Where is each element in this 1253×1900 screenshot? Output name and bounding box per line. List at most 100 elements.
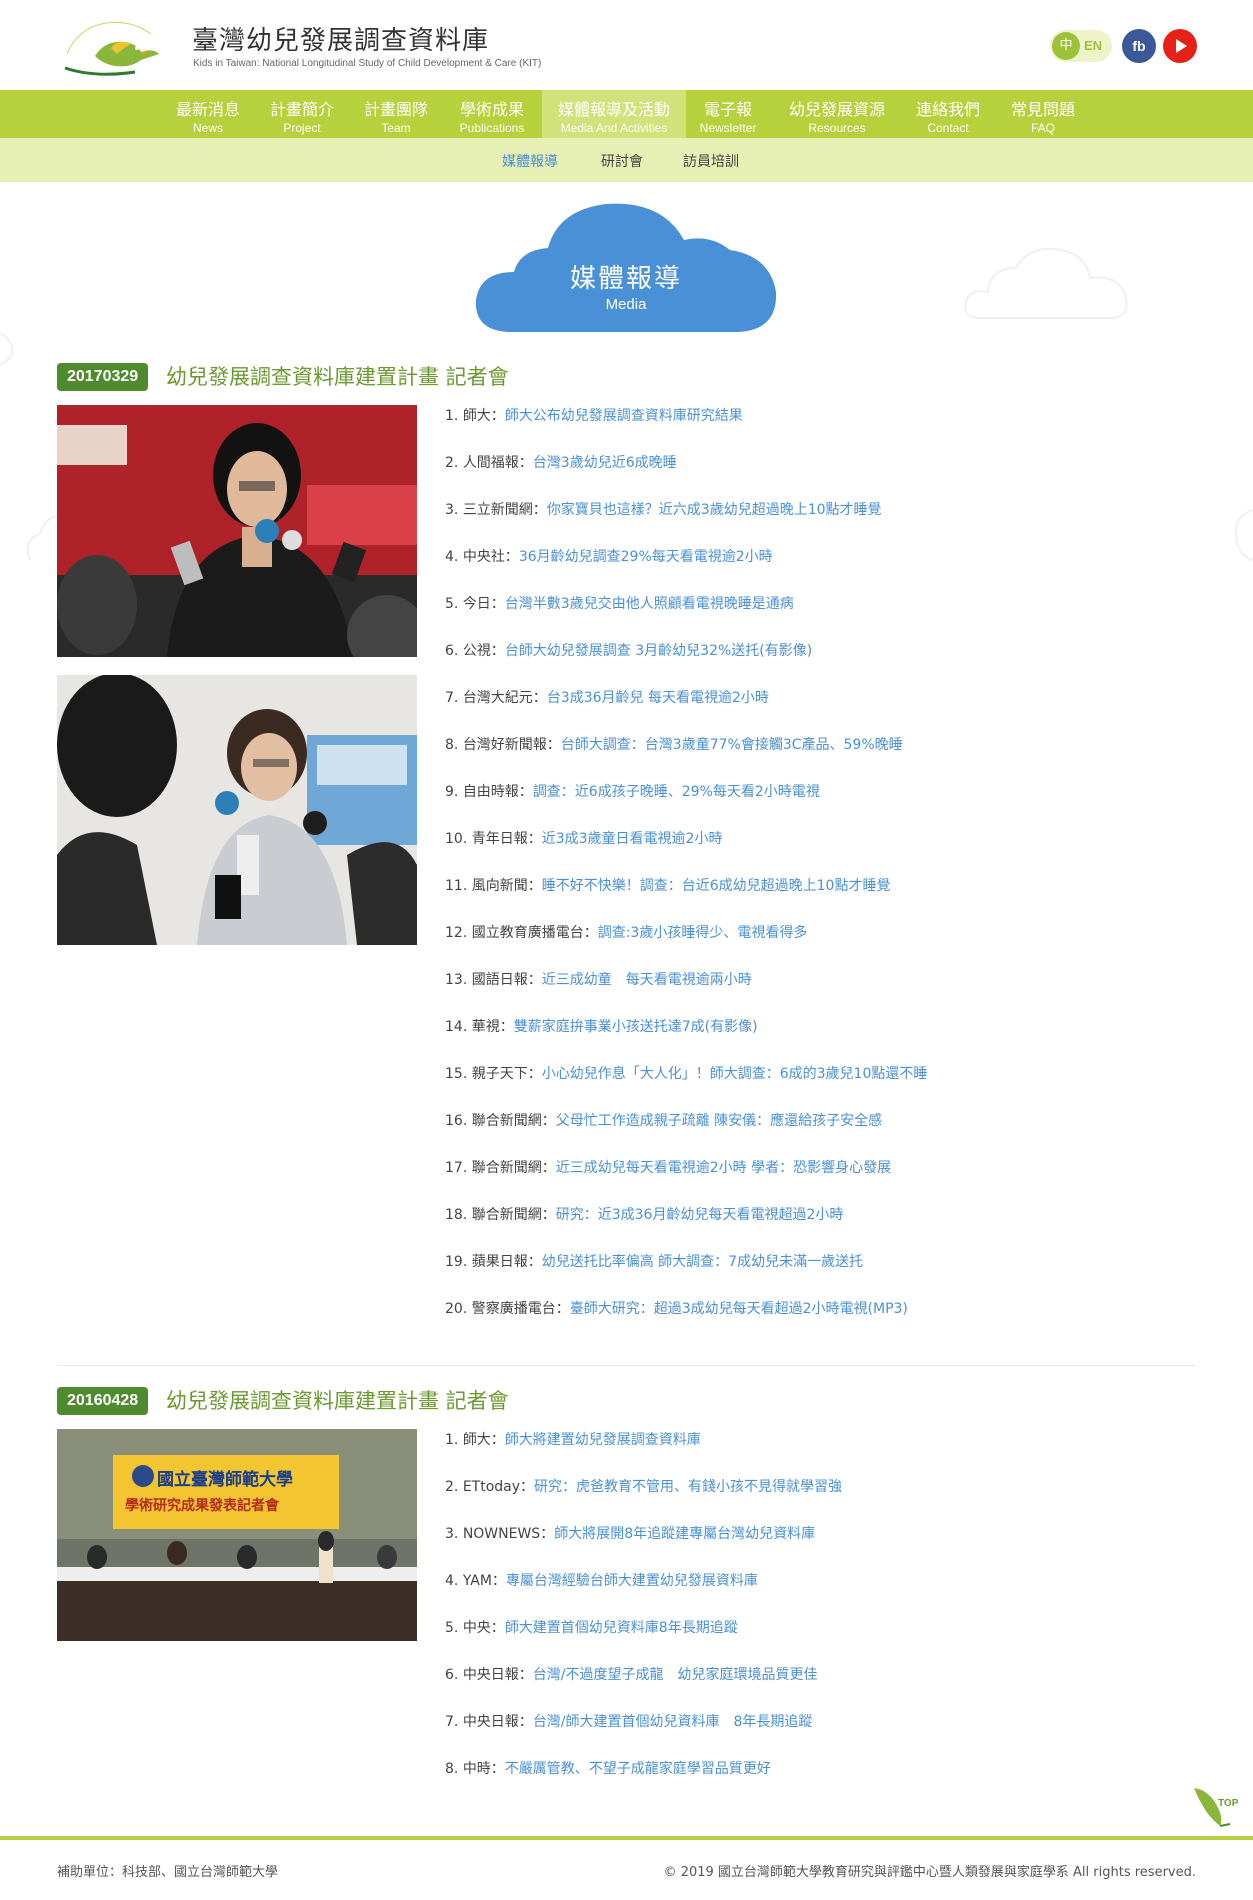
subnav-item-seminar[interactable]: 研討會: [601, 151, 643, 171]
list-item: 15. 親子天下：小心幼兒作息「大人化」！師大調查：6成的3歲兒10點還不睡: [445, 1064, 927, 1111]
list-item: 1. 師大：師大公布幼兒發展調查資料庫研究結果: [445, 406, 927, 453]
nav-label-zh: 常見問題: [1010, 100, 1075, 119]
news-link[interactable]: 調查:3歲小孩睡得少、電視看得多: [598, 925, 808, 941]
list-item: 2. ETtoday：研究：虎爸教育不管用、有錢小孩不見得就學習強: [445, 1477, 842, 1524]
news-link[interactable]: 調查：近6成孩子晚睡、29%每天看2小時電視: [533, 784, 820, 800]
item-source: 中央日報：: [462, 1667, 533, 1683]
item-number: 3.: [445, 502, 459, 518]
item-number: 8.: [445, 737, 459, 753]
list-item: 6. 公視：台師大幼兒發展調查 3月齡幼兒32%送托(有影像): [445, 641, 927, 688]
nav-item-media[interactable]: 媒體報導及活動 Media And Activities: [542, 90, 686, 138]
news-link[interactable]: 小心幼兒作息「大人化」！師大調查：6成的3歲兒10點還不睡: [542, 1066, 928, 1082]
youtube-icon[interactable]: [1163, 29, 1197, 63]
item-source: 今日：: [462, 596, 505, 612]
item-source: 人間福報：: [462, 455, 533, 471]
nav-item-publications[interactable]: 學術成果 Publications: [448, 90, 536, 138]
site-subtitle: Kids in Taiwan: National Longitudinal St…: [193, 58, 542, 69]
item-number: 2.: [445, 455, 459, 471]
news-link[interactable]: 你家寶貝也這樣？近六成3歲幼兒超過晚上10點才睡覺: [547, 502, 882, 518]
list-item: 16. 聯合新聞網：父母忙工作造成親子疏離 陳安儀：應還給孩子安全感: [445, 1111, 927, 1158]
news-link[interactable]: 研究：虎爸教育不管用、有錢小孩不見得就學習強: [534, 1479, 842, 1495]
news-link[interactable]: 台師大調查：台灣3歲童77%會接觸3C產品、59%晚睡: [561, 737, 903, 753]
main-nav: 最新消息 News 計畫簡介 Project 計畫團隊 Team 學術成果 Pu…: [0, 90, 1253, 138]
nav-item-newsletter[interactable]: 電子報 Newsletter: [692, 90, 764, 138]
lang-zh-button[interactable]: 中: [1052, 32, 1080, 60]
nav-item-team[interactable]: 計畫團隊 Team: [354, 90, 438, 138]
nav-label-en: News: [192, 121, 223, 135]
news-link[interactable]: 台灣/不過度望子成龍 幼兒家庭環境品質更佳: [533, 1667, 818, 1683]
news-link[interactable]: 近3成3歲童日看電視逾2小時: [542, 831, 723, 847]
section-title[interactable]: 幼兒發展調查資料庫建置計畫 記者會: [166, 1387, 509, 1415]
media-section-2016: 20160428 幼兒發展調查資料庫建置計畫 記者會 國立臺灣師範大學 學術研究…: [57, 1387, 1195, 1807]
list-item: 18. 聯合新聞網：研究：近3成36月齡幼兒每天看電視超過2小時: [445, 1205, 927, 1252]
date-badge: 20160428: [57, 1387, 149, 1415]
news-list: 1. 師大：師大公布幼兒發展調查資料庫研究結果 2. 人間福報：台灣3歲幼兒近6…: [445, 406, 927, 1346]
news-link[interactable]: 近三成幼兒每天看電視逾2小時 學者：恐影響身心發展: [556, 1160, 891, 1176]
subnav-item-media[interactable]: 媒體報導: [502, 151, 558, 171]
nav-label-zh: 媒體報導及活動: [557, 100, 670, 119]
item-source: 風向新聞：: [471, 878, 542, 894]
item-number: 5.: [445, 596, 459, 612]
item-source: 警察廣播電台：: [471, 1301, 570, 1317]
facebook-icon[interactable]: fb: [1122, 29, 1156, 63]
nav-label-en: Resources: [808, 121, 866, 135]
news-link[interactable]: 台3成36月齡兒 每天看電視逾2小時: [547, 690, 769, 706]
nav-item-contact[interactable]: 連絡我們 Contact: [906, 90, 990, 138]
news-link[interactable]: 雙薪家庭拚事業小孩送托達7成(有影像): [514, 1019, 758, 1035]
item-number: 14.: [445, 1019, 468, 1035]
news-link[interactable]: 研究：近3成36月齡幼兒每天看電視超過2小時: [556, 1207, 844, 1223]
subnav-item-training[interactable]: 訪員培訓: [683, 151, 739, 171]
news-link[interactable]: 台灣半數3歲兒交由他人照顧看電視晚睡是通病: [505, 596, 794, 612]
news-link[interactable]: 師大將建置幼兒發展調查資料庫: [505, 1432, 701, 1448]
news-link[interactable]: 父母忙工作造成親子疏離 陳安儀：應還給孩子安全感: [556, 1113, 882, 1129]
item-source: 國立教育廣播電台：: [471, 925, 598, 941]
news-link[interactable]: 不嚴厲管教、不望子成龍家庭學習品質更好: [505, 1761, 771, 1777]
item-number: 4.: [445, 1573, 459, 1589]
item-source: 蘋果日報：: [471, 1254, 542, 1270]
news-link[interactable]: 睡不好不快樂！調查：台近6成幼兒超過晚上10點才睡覺: [542, 878, 891, 894]
list-item: 4. 中央社：36月齡幼兒調查29%每天看電視逾2小時: [445, 547, 927, 594]
nav-label-en: Team: [381, 121, 411, 135]
nav-item-resources[interactable]: 幼兒發展資源 Resources: [776, 90, 898, 138]
list-item: 4. YAM：專屬台灣經驗台師大建置幼兒發展資料庫: [445, 1571, 842, 1618]
news-link[interactable]: 台師大幼兒發展調查 3月齡幼兒32%送托(有影像): [505, 643, 812, 659]
language-switch: 中 EN: [1050, 30, 1112, 62]
news-link[interactable]: 師大建置首個幼兒資料庫8年長期追蹤: [505, 1620, 738, 1636]
lang-en-button[interactable]: EN: [1084, 32, 1110, 60]
news-link[interactable]: 台灣/師大建置首個幼兒資料庫 8年長期追蹤: [533, 1714, 813, 1730]
nav-label-zh: 幼兒發展資源: [788, 100, 885, 119]
nav-label-zh: 學術成果: [459, 100, 524, 119]
nav-label-zh: 電子報: [703, 100, 752, 119]
list-item: 8. 台灣好新聞報：台師大調查：台灣3歲童77%會接觸3C產品、59%晚睡: [445, 735, 927, 782]
nav-label-en: Media And Activities: [560, 121, 668, 135]
nav-label-en: Newsletter: [699, 121, 757, 135]
list-item: 14. 華視：雙薪家庭拚事業小孩送托達7成(有影像): [445, 1017, 927, 1064]
nav-item-project[interactable]: 計畫簡介 Project: [260, 90, 344, 138]
item-number: 7.: [445, 1714, 459, 1730]
news-link[interactable]: 臺師大研究：超過3成幼兒每天看超過2小時電視(MP3): [570, 1301, 908, 1317]
nav-item-news[interactable]: 最新消息 News: [166, 90, 250, 138]
list-item: 11. 風向新聞：睡不好不快樂！調查：台近6成幼兒超過晚上10點才睡覺: [445, 876, 927, 923]
news-link[interactable]: 幼兒送托比率偏高 師大調查：7成幼兒未滿一歲送托: [542, 1254, 863, 1270]
news-link[interactable]: 近三成幼童 每天看電視逾兩小時: [542, 972, 752, 988]
list-item: 10. 青年日報：近3成3歲童日看電視逾2小時: [445, 829, 927, 876]
list-item: 3. 三立新聞網：你家寶貝也這樣？近六成3歲幼兒超過晚上10點才睡覺: [445, 500, 927, 547]
site-logo[interactable]: [55, 8, 190, 82]
section-title[interactable]: 幼兒發展調查資料庫建置計畫 記者會: [166, 363, 509, 391]
item-number: 6.: [445, 643, 459, 659]
news-link[interactable]: 師大公布幼兒發展調查資料庫研究結果: [505, 408, 743, 424]
nav-label-zh: 最新消息: [175, 100, 240, 119]
news-link[interactable]: 專屬台灣經驗台師大建置幼兒發展資料庫: [506, 1573, 758, 1589]
press-conference-photo: [57, 405, 417, 657]
nav-item-faq[interactable]: 常見問題 FAQ: [998, 90, 1088, 138]
item-source: 青年日報：: [471, 831, 542, 847]
news-link[interactable]: 36月齡幼兒調查29%每天看電視逾2小時: [519, 549, 773, 565]
nav-label-en: Contact: [927, 121, 969, 135]
decorative-cloud-icon: [0, 332, 14, 366]
item-number: 1.: [445, 1432, 459, 1448]
press-photo-1: [57, 405, 417, 657]
back-to-top-button[interactable]: TOP: [1190, 1778, 1240, 1828]
news-link[interactable]: 台灣3歲幼兒近6成晚睡: [533, 455, 677, 471]
news-link[interactable]: 師大將展開8年追蹤建專屬台灣幼兒資料庫: [554, 1526, 815, 1542]
press-conference-stage-photo: [57, 1429, 417, 1641]
